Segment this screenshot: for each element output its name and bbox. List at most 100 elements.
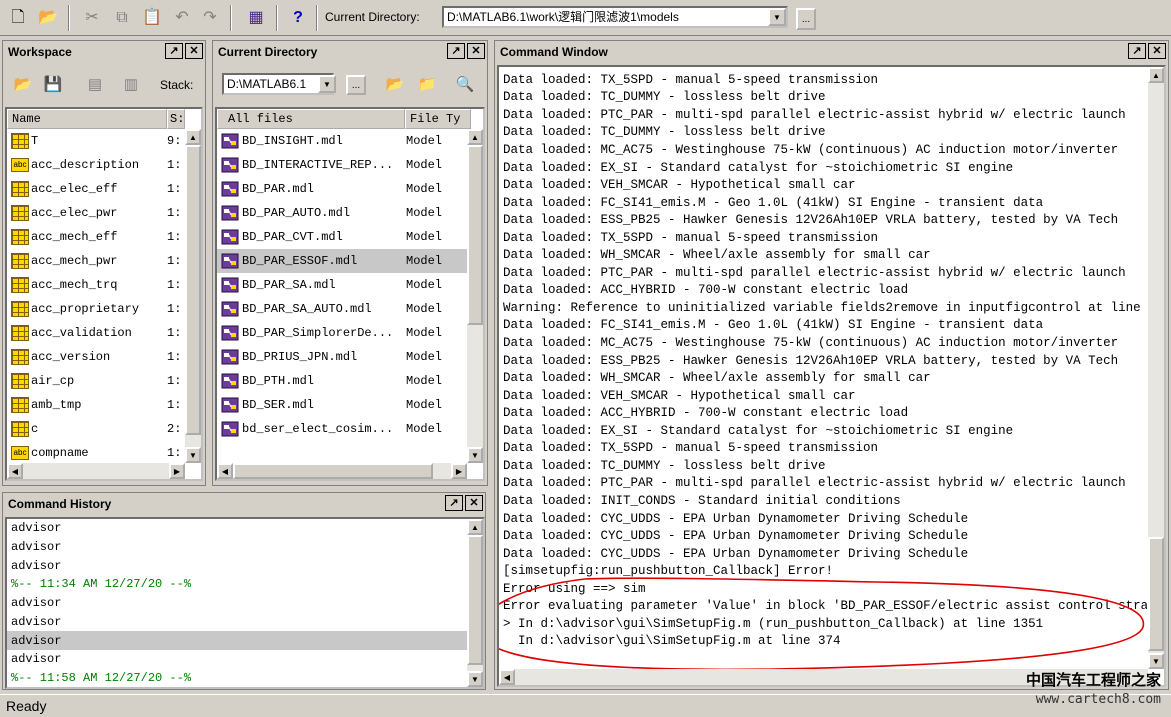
command-window-output[interactable]: Data loaded: TX_5SPD - manual 5-speed tr… [497, 65, 1166, 687]
column-header-size[interactable]: S: [167, 109, 185, 129]
scroll-thumb[interactable] [467, 145, 483, 325]
column-header-all-files[interactable]: All files [217, 109, 405, 129]
file-row[interactable]: bd_ser_elect_cosim... Model [217, 417, 467, 441]
file-row[interactable]: BD_PRIUS_JPN.mdl Model [217, 345, 467, 369]
files-list[interactable]: All files File Ty BD_INSIGHT.mdl Model BD_… [215, 107, 485, 481]
workspace-list[interactable]: Name S: T 9: abc acc_description 1: acc_elec_… [5, 107, 203, 481]
simulink-icon[interactable]: ▦ [244, 6, 268, 30]
history-vertical-scrollbar[interactable]: ▲ ▼ [467, 519, 483, 687]
undock-icon[interactable]: ↗ [1128, 43, 1146, 59]
workspace-variable-row[interactable]: acc_elec_pwr 1: [7, 201, 185, 225]
file-row[interactable]: BD_INTERACTIVE_REP... Model [217, 153, 467, 177]
workspace-variable-row[interactable]: acc_proprietary 1: [7, 297, 185, 321]
file-row[interactable]: BD_PAR_ESSOF.mdl Model [217, 249, 467, 273]
workspace-variable-row[interactable]: acc_version 1: [7, 345, 185, 369]
workspace-variable-row[interactable]: acc_validation 1: [7, 321, 185, 345]
scroll-up-icon[interactable]: ▲ [467, 129, 483, 145]
history-entry[interactable]: advisor [7, 556, 467, 575]
paste-icon[interactable]: 📋 [140, 6, 164, 30]
undock-icon[interactable]: ↗ [445, 495, 463, 511]
scroll-thumb[interactable] [467, 535, 483, 665]
workspace-vertical-scrollbar[interactable]: ▲ ▼ [185, 129, 201, 463]
workspace-variable-row[interactable]: T 9: [7, 129, 185, 153]
cut-icon[interactable]: ✂ [80, 6, 104, 30]
up-folder-icon[interactable]: 📂 [384, 73, 406, 95]
delete-icon[interactable]: ▥ [120, 73, 142, 95]
undock-icon[interactable]: ↗ [447, 43, 465, 59]
workspace-variable-row[interactable]: abc compname 1: [7, 441, 185, 465]
scroll-thumb[interactable] [185, 145, 201, 435]
file-row[interactable]: BD_PAR_SimplorerDe... Model [217, 321, 467, 345]
history-entry[interactable]: %-- 11:58 AM 12/27/20 --% [7, 669, 467, 687]
file-row[interactable]: BD_PAR_SA.mdl Model [217, 273, 467, 297]
scroll-up-icon[interactable]: ▲ [185, 129, 201, 145]
scroll-left-icon[interactable]: ◀ [499, 669, 515, 685]
workspace-variable-row[interactable]: abc acc_description 1: [7, 153, 185, 177]
files-horizontal-scrollbar[interactable]: ◀ ▶ [217, 463, 467, 479]
workspace-variable-row[interactable]: acc_mech_eff 1: [7, 225, 185, 249]
variable-editor-icon[interactable]: ▤ [84, 73, 106, 95]
workspace-variable-row[interactable]: air_cp 1: [7, 369, 185, 393]
workspace-horizontal-scrollbar[interactable]: ◀ ▶ [7, 463, 185, 479]
file-row[interactable]: BD_PTH.mdl Model [217, 369, 467, 393]
scroll-right-icon[interactable]: ▶ [169, 463, 185, 479]
scroll-thumb[interactable] [233, 463, 433, 479]
new-file-icon[interactable]: 🗋 [6, 6, 30, 30]
scroll-up-icon[interactable]: ▲ [1148, 67, 1164, 83]
close-icon[interactable]: ✕ [185, 43, 203, 59]
redo-icon[interactable]: ↷ [198, 6, 222, 30]
new-folder-icon[interactable]: 📁 [416, 73, 438, 95]
scroll-up-icon[interactable]: ▲ [467, 519, 483, 535]
scroll-down-icon[interactable]: ▼ [467, 447, 483, 463]
close-icon[interactable]: ✕ [467, 43, 485, 59]
close-icon[interactable]: ✕ [1148, 43, 1166, 59]
scroll-thumb[interactable] [1148, 537, 1164, 651]
close-icon[interactable]: ✕ [465, 495, 483, 511]
undock-icon[interactable]: ↗ [165, 43, 183, 59]
find-icon[interactable]: 🔍 [454, 73, 476, 95]
scroll-left-icon[interactable]: ◀ [7, 463, 23, 479]
scroll-down-icon[interactable]: ▼ [1148, 653, 1164, 669]
file-name: BD_SER.mdl [242, 398, 315, 412]
command-window-vertical-scrollbar[interactable]: ▲ ▼ [1148, 67, 1164, 669]
workspace-variable-row[interactable]: c 2: [7, 417, 185, 441]
workspace-variable-row[interactable]: amb_tmp 1: [7, 393, 185, 417]
copy-icon[interactable]: ⧉ [110, 6, 134, 30]
current-directory-input[interactable]: D:\MATLAB6.1\work\逻辑门限滤波1\models [442, 6, 788, 28]
file-row[interactable]: BD_PAR_AUTO.mdl Model [217, 201, 467, 225]
chevron-down-icon[interactable]: ▼ [318, 75, 336, 93]
scroll-down-icon[interactable]: ▼ [185, 447, 201, 463]
help-icon[interactable]: ? [286, 6, 310, 30]
simulink-model-icon [221, 180, 239, 198]
workspace-variable-row[interactable]: acc_mech_trq 1: [7, 273, 185, 297]
browse-button[interactable]: ... [796, 8, 816, 30]
scroll-left-icon[interactable]: ◀ [217, 463, 233, 479]
scroll-right-icon[interactable]: ▶ [451, 463, 467, 479]
file-row[interactable]: BD_SER.mdl Model [217, 393, 467, 417]
chevron-down-icon[interactable]: ▼ [768, 8, 786, 26]
file-type: Model [406, 278, 443, 292]
command-history-list[interactable]: advisor advisor advisor %-- 11:34 AM 12/27/… [5, 517, 485, 689]
history-entry[interactable]: %-- 11:34 AM 12/27/20 --% [7, 575, 467, 594]
undo-icon[interactable]: ↶ [170, 6, 194, 30]
history-entry[interactable]: advisor [7, 538, 467, 557]
history-entry[interactable]: advisor [7, 519, 467, 538]
browse-button[interactable]: ... [346, 75, 366, 95]
history-entry[interactable]: advisor [7, 594, 467, 613]
file-row[interactable]: BD_PAR_SA_AUTO.mdl Model [217, 297, 467, 321]
history-entry[interactable]: advisor [7, 613, 467, 632]
column-header-file-type[interactable]: File Ty [405, 109, 471, 129]
save-icon[interactable]: 💾 [42, 73, 64, 95]
file-row[interactable]: BD_INSIGHT.mdl Model [217, 129, 467, 153]
open-icon[interactable]: 📂 [12, 73, 34, 95]
file-row[interactable]: BD_PAR.mdl Model [217, 177, 467, 201]
files-vertical-scrollbar[interactable]: ▲ ▼ [467, 129, 483, 463]
column-header-name[interactable]: Name [7, 109, 167, 129]
workspace-variable-row[interactable]: acc_mech_pwr 1: [7, 249, 185, 273]
history-entry[interactable]: advisor [7, 650, 467, 669]
history-entry[interactable]: advisor [7, 631, 467, 650]
scroll-down-icon[interactable]: ▼ [467, 671, 483, 687]
file-row[interactable]: BD_PAR_CVT.mdl Model [217, 225, 467, 249]
workspace-variable-row[interactable]: acc_elec_eff 1: [7, 177, 185, 201]
open-folder-icon[interactable]: 📂 [36, 6, 60, 30]
